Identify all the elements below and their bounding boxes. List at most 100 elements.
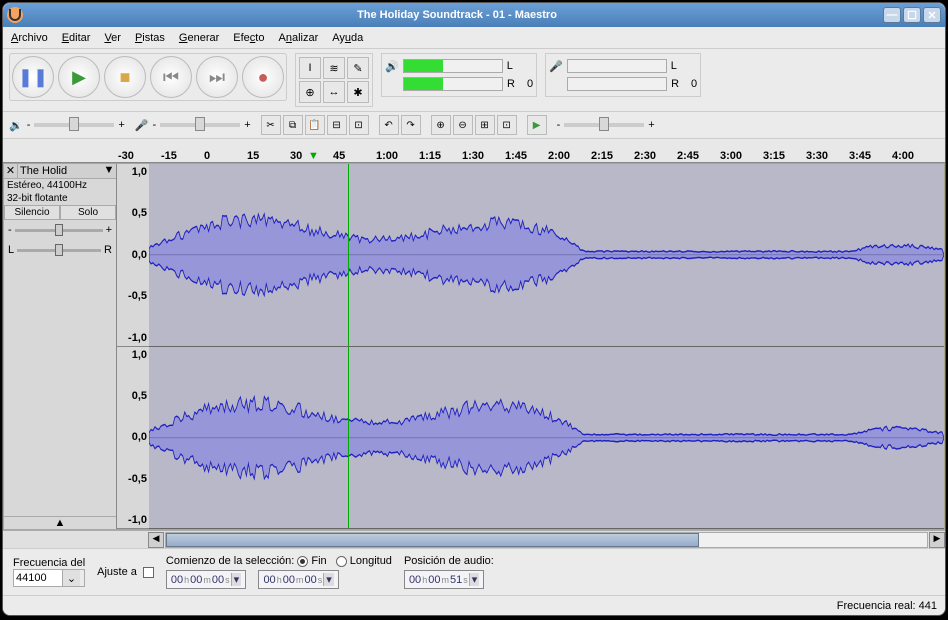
freq-label: Frecuencia del [13, 557, 85, 569]
meter-out-r[interactable] [403, 77, 503, 91]
trim-button[interactable]: ⊟ [327, 115, 347, 135]
meter-out-l[interactable] [403, 59, 503, 73]
project-rate-dropdown[interactable]: ⌄ [62, 570, 80, 586]
selection-end-time[interactable]: 00h00m00s▾ [258, 570, 338, 589]
zoom-tool[interactable]: ⊕ [299, 81, 321, 103]
play-button[interactable]: ▶ [58, 56, 100, 98]
playback-cursor [348, 164, 349, 346]
length-radio[interactable] [336, 556, 347, 567]
scroll-right-button[interactable]: ▶ [929, 532, 945, 548]
zoom-out-button[interactable]: ⊖ [453, 115, 473, 135]
menu-analizar[interactable]: Analizar [278, 32, 318, 44]
statusbar: Frecuencia real: 441 [3, 595, 945, 615]
end-radio[interactable] [297, 556, 308, 567]
selection-toolbar: Frecuencia del ⌄ Ajuste a Comienzo de la… [3, 548, 945, 595]
zoom-sel-button[interactable]: ⊡ [497, 115, 517, 135]
meter-in-l[interactable] [567, 59, 667, 73]
track-pan-slider[interactable]: LR [4, 240, 116, 260]
ruler-tick: 4:00 [892, 150, 914, 162]
ruler-tick: 1:30 [462, 150, 484, 162]
selection-start-time[interactable]: 00h00m00s▾ [166, 570, 246, 589]
track-control-panel: ✕ The Holid ▼ Estéreo, 44100Hz 32-bit fl… [4, 164, 117, 529]
meter-in-r-label: R [671, 78, 679, 90]
skip-end-button[interactable]: ⏭ [196, 56, 238, 98]
playhead-marker[interactable]: ▼ [308, 150, 319, 162]
speaker-small-icon: 🔉 [9, 119, 23, 132]
track-close-button[interactable]: ✕ [4, 164, 18, 178]
mute-button[interactable]: Silencio [4, 205, 60, 220]
audio-position-time[interactable]: 00h00m51s▾ [404, 570, 484, 589]
scroll-thumb[interactable] [166, 533, 699, 547]
track-collapse-button[interactable]: ▲ [4, 516, 116, 529]
menu-efecto[interactable]: Efecto [233, 32, 264, 44]
app-icon [7, 7, 23, 23]
ruler-tick: 3:30 [806, 150, 828, 162]
ruler-tick: 2:45 [677, 150, 699, 162]
meter-out-value: 0 [527, 78, 533, 90]
draw-tool[interactable]: ✎ [347, 57, 369, 79]
zoom-in-button[interactable]: ⊕ [431, 115, 451, 135]
cut-button[interactable]: ✂ [261, 115, 281, 135]
menu-archivo[interactable]: Archivo [11, 32, 48, 44]
menu-generar[interactable]: Generar [179, 32, 219, 44]
input-volume-slider[interactable]: 🎤-+ [135, 119, 251, 132]
zoom-fit-button[interactable]: ⊞ [475, 115, 495, 135]
track-gain-slider[interactable]: -+ [4, 220, 116, 240]
timeshift-tool[interactable]: ↔ [323, 81, 345, 103]
menu-editar[interactable]: Editar [62, 32, 91, 44]
waveform-left[interactable] [149, 164, 944, 347]
ruler-tick: 2:00 [548, 150, 570, 162]
menu-pistas[interactable]: Pistas [135, 32, 165, 44]
project-rate-input[interactable] [14, 570, 62, 586]
meter-l-label: L [507, 60, 513, 72]
output-meter: 🔊 L R 0 [381, 53, 537, 97]
redo-button[interactable]: ↷ [401, 115, 421, 135]
track-name: The Holid [18, 164, 102, 178]
scroll-left-button[interactable]: ◀ [148, 532, 164, 548]
stop-button[interactable]: ■ [104, 56, 146, 98]
snap-checkbox[interactable] [143, 567, 154, 578]
envelope-tool[interactable]: ≋ [323, 57, 345, 79]
transport-toolbar: ❚❚ ▶ ■ ⏮ ⏭ ● [9, 53, 287, 101]
ruler-tick: 3:15 [763, 150, 785, 162]
playback-speed-slider[interactable]: -+ [557, 119, 655, 131]
ruler-tick: 45 [333, 150, 345, 162]
ruler-tick: -30 [118, 150, 134, 162]
meter-in-r[interactable] [567, 77, 667, 91]
record-button[interactable]: ● [242, 56, 284, 98]
playback-cursor [348, 347, 349, 529]
multi-tool[interactable]: ✱ [347, 81, 369, 103]
menu-ver[interactable]: Ver [104, 32, 121, 44]
input-meter: 🎤 L R 0 [545, 53, 701, 97]
titlebar[interactable]: The Holiday Soundtrack - 01 - Maestro — … [3, 3, 945, 27]
minimize-button[interactable]: — [883, 7, 901, 23]
selection-start-label: Comienzo de la selección: [166, 555, 294, 567]
timeline-ruler[interactable]: ▼ -30-1501530451:001:151:301:452:002:152… [3, 139, 945, 163]
project-rate-combo[interactable]: ⌄ [13, 569, 85, 587]
ruler-tick: 2:30 [634, 150, 656, 162]
pause-button[interactable]: ❚❚ [12, 56, 54, 98]
horizontal-scrollbar[interactable]: ◀ ▶ [3, 530, 945, 548]
skip-start-button[interactable]: ⏮ [150, 56, 192, 98]
mic-icon: 🎤 [549, 60, 563, 73]
undo-button[interactable]: ↶ [379, 115, 399, 135]
ruler-tick: 1:15 [419, 150, 441, 162]
output-volume-slider[interactable]: 🔉-+ [9, 119, 125, 132]
close-button[interactable]: ✕ [923, 7, 941, 23]
maximize-button[interactable]: ☐ [903, 7, 921, 23]
waveform-right[interactable] [149, 347, 944, 530]
paste-button[interactable]: 📋 [305, 115, 325, 135]
snap-label: Ajuste a [97, 566, 137, 578]
copy-button[interactable]: ⧉ [283, 115, 303, 135]
silence-button[interactable]: ⊡ [349, 115, 369, 135]
track-menu-button[interactable]: ▼ [102, 164, 116, 178]
selection-tool[interactable]: I [299, 57, 321, 79]
ruler-tick: 15 [247, 150, 259, 162]
menu-ayuda[interactable]: Ayuda [332, 32, 363, 44]
edit-toolbar: ✂ ⧉ 📋 ⊟ ⊡ [261, 115, 369, 135]
solo-button[interactable]: Solo [60, 205, 116, 220]
menubar: Archivo Editar Ver Pistas Generar Efecto… [3, 27, 945, 49]
ruler-tick: 0 [204, 150, 210, 162]
play-small-button[interactable]: ▶ [527, 115, 547, 135]
meter-r-label: R [507, 78, 515, 90]
